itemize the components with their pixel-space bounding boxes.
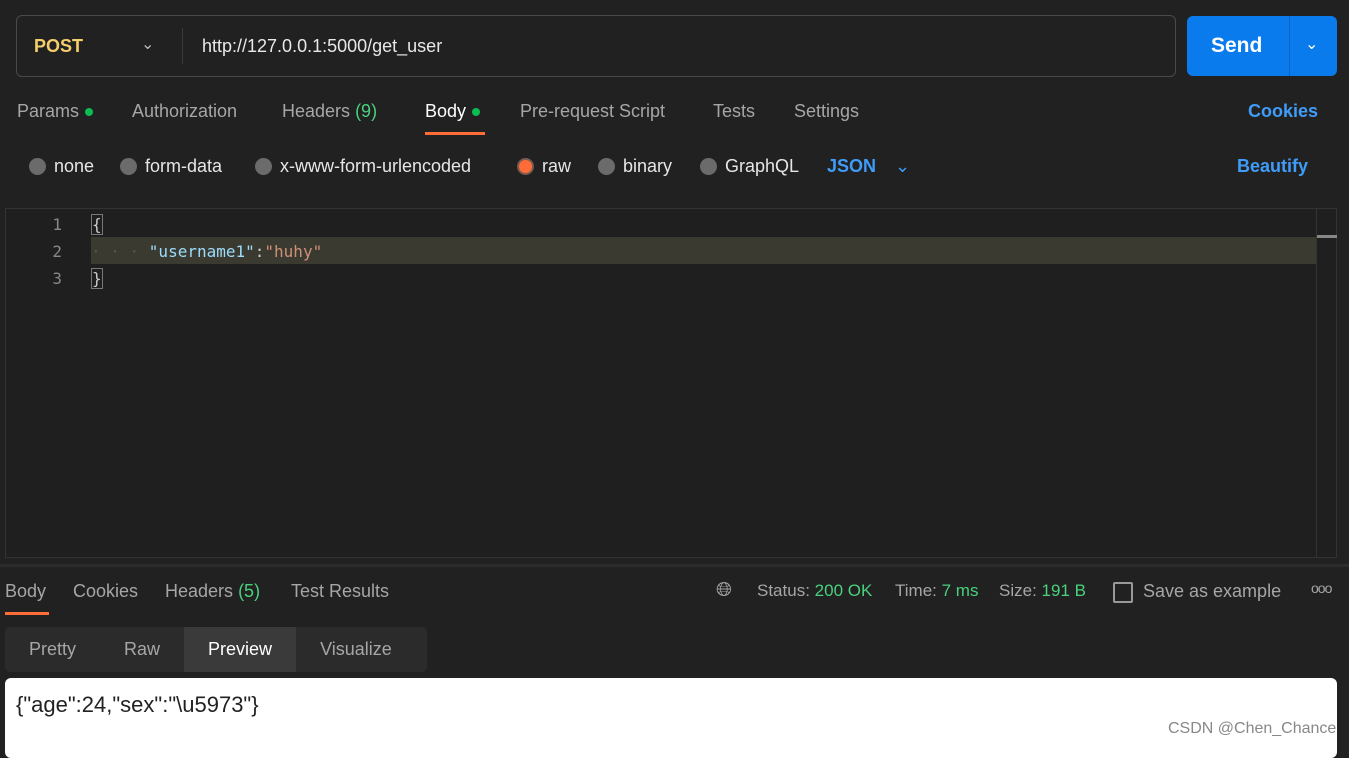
radio-binary[interactable]: binary: [598, 156, 672, 177]
size-label: Size:: [999, 581, 1037, 600]
tab-headers[interactable]: Headers (9): [282, 101, 377, 122]
response-tab-body[interactable]: Body: [5, 581, 46, 602]
size-value: 191 B: [1041, 581, 1086, 600]
tab-label: Params: [17, 101, 80, 121]
time-value: 7 ms: [941, 581, 979, 600]
watermark: CSDN @Chen_Chance: [1168, 720, 1337, 737]
status-readout: Status: 200 OK: [757, 581, 872, 601]
tab-label: Body: [425, 101, 467, 121]
code-line: · · · "username1":"huhy": [91, 242, 323, 261]
format-label: JSON: [827, 156, 877, 176]
radio-icon: [700, 158, 717, 175]
radio-icon: [598, 158, 615, 175]
status-dot: [85, 108, 94, 117]
view-preview[interactable]: Preview: [184, 627, 297, 672]
pane-resizer[interactable]: [0, 564, 1349, 567]
send-label: Send: [1211, 34, 1263, 57]
send-button[interactable]: Send ⌄: [1187, 16, 1337, 76]
status-value: 200 OK: [814, 581, 873, 600]
tab-label: Headers: [282, 101, 351, 121]
divider: [1289, 16, 1290, 76]
headers-count: (9): [355, 101, 378, 121]
radio-icon: [29, 158, 46, 175]
tab-authorization[interactable]: Authorization: [132, 101, 237, 122]
tab-label: Headers: [165, 581, 234, 601]
view-pretty[interactable]: Pretty: [5, 627, 100, 672]
json-value: "huhy": [264, 242, 323, 261]
time-label: Time:: [895, 581, 937, 600]
more-options-icon[interactable]: ooo: [1311, 580, 1332, 596]
response-tab-headers[interactable]: Headers (5): [165, 581, 260, 602]
status-label: Status:: [757, 581, 810, 600]
radio-icon: [255, 158, 272, 175]
radio-raw[interactable]: raw: [517, 156, 571, 177]
radio-form-data[interactable]: form-data: [120, 156, 222, 177]
chevron-down-icon[interactable]: ⌄: [141, 34, 154, 54]
tab-body[interactable]: Body: [425, 101, 481, 122]
radio-label: raw: [542, 156, 572, 176]
status-dot: [472, 108, 481, 117]
radio-x-www-form-urlencoded[interactable]: x-www-form-urlencoded: [255, 156, 471, 177]
line-number: 2: [52, 242, 62, 261]
save-label: Save as example: [1143, 581, 1282, 601]
active-tab-indicator: [425, 132, 485, 135]
radio-label: x-www-form-urlencoded: [280, 156, 472, 176]
divider: [182, 28, 183, 64]
globe-icon[interactable]: 🌐︎: [716, 579, 732, 602]
save-icon: [1113, 582, 1133, 604]
radio-label: none: [54, 156, 95, 176]
method-select[interactable]: POST: [34, 36, 83, 57]
url-input[interactable]: http://127.0.0.1:5000/get_user: [202, 36, 442, 57]
chevron-down-icon: ⌄: [895, 156, 911, 176]
view-visualize[interactable]: Visualize: [296, 627, 416, 672]
scrollbar-track[interactable]: [1316, 209, 1317, 557]
headers-count: (5): [238, 581, 261, 601]
radio-icon: [120, 158, 137, 175]
line-number: 1: [52, 215, 62, 234]
tab-params[interactable]: Params: [17, 101, 94, 122]
response-preview: {"age":24,"sex":"\u5973"}: [5, 678, 1337, 758]
code-brace-close: }: [91, 268, 103, 289]
response-tab-cookies[interactable]: Cookies: [73, 581, 138, 602]
json-colon: :: [254, 242, 265, 261]
response-tab-test-results[interactable]: Test Results: [291, 581, 389, 602]
tab-tests[interactable]: Tests: [713, 101, 755, 122]
cookies-link[interactable]: Cookies: [1248, 101, 1318, 122]
response-view-selector: Pretty Raw Preview Visualize: [5, 627, 427, 672]
json-key: "username1": [148, 242, 255, 261]
beautify-link[interactable]: Beautify: [1237, 156, 1308, 177]
tab-settings[interactable]: Settings: [794, 101, 859, 122]
code-editor[interactable]: 1 2 3 { · · · "username1":"huhy" }: [5, 208, 1337, 558]
save-as-example-button[interactable]: Save as example: [1113, 581, 1282, 604]
active-tab-indicator: [5, 612, 49, 615]
radio-label: form-data: [145, 156, 223, 176]
view-raw[interactable]: Raw: [100, 627, 184, 672]
chevron-down-icon[interactable]: ⌄: [1305, 34, 1318, 54]
radio-graphql[interactable]: GraphQL: [700, 156, 799, 177]
format-select[interactable]: JSON ⌄: [827, 156, 910, 177]
scrollbar-thumb[interactable]: [1317, 235, 1337, 238]
line-number: 3: [52, 269, 62, 288]
size-readout: Size: 191 B: [999, 581, 1086, 601]
radio-label: binary: [623, 156, 673, 176]
response-body: {"age":24,"sex":"\u5973"}: [16, 692, 259, 717]
tab-pre-request-script[interactable]: Pre-request Script: [520, 101, 665, 122]
url-bar: POST ⌄ http://127.0.0.1:5000/get_user: [16, 15, 1176, 77]
radio-label: GraphQL: [725, 156, 800, 176]
code-brace-open: {: [91, 214, 103, 235]
time-readout: Time: 7 ms: [895, 581, 978, 601]
radio-none[interactable]: none: [29, 156, 94, 177]
radio-selected-icon: [517, 158, 534, 175]
